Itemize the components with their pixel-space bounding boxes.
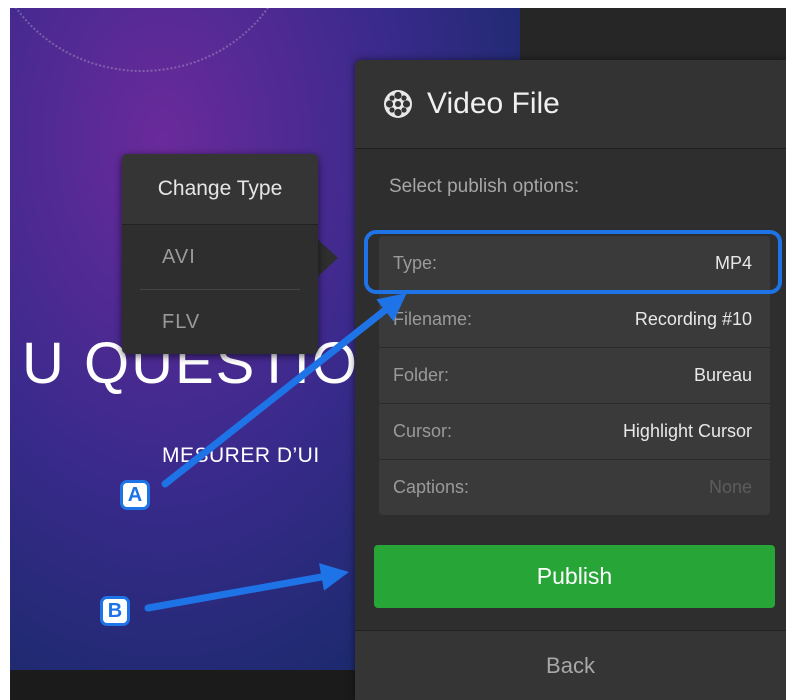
film-reel-icon <box>384 90 412 118</box>
change-type-popup: Change Type AVI FLV <box>122 154 318 354</box>
option-cursor[interactable]: Cursor: Highlight Cursor <box>379 404 770 460</box>
type-row-highlight <box>364 230 782 294</box>
option-value: Highlight Cursor <box>622 421 752 441</box>
publish-options-subtitle: Select publish options: <box>389 176 580 197</box>
annotation-marker-b: B <box>100 596 130 626</box>
option-label: Captions: <box>393 477 470 497</box>
publish-button[interactable]: Publish <box>374 545 775 608</box>
option-label: Cursor: <box>393 421 453 441</box>
option-folder[interactable]: Folder: Bureau <box>379 348 770 404</box>
option-filename[interactable]: Filename: Recording #10 <box>379 292 770 348</box>
option-label: Folder: <box>393 365 450 385</box>
popup-title: Change Type <box>122 154 318 225</box>
option-value: None <box>708 477 752 497</box>
option-label: Filename: <box>393 309 473 329</box>
decorative-arc <box>10 8 294 72</box>
type-option-flv[interactable]: FLV <box>122 290 318 354</box>
annotation-marker-a: A <box>120 480 150 510</box>
panel-header: Video File <box>355 60 786 149</box>
slide-subtitle: MESURER D’UI <box>162 444 320 467</box>
back-button[interactable]: Back <box>355 630 786 700</box>
option-captions[interactable]: Captions: None <box>379 460 770 515</box>
panel-title: Video File <box>427 87 560 120</box>
video-file-panel: Video File Select publish options: Type:… <box>355 60 786 700</box>
option-value: Bureau <box>693 365 752 385</box>
type-option-avi[interactable]: AVI <box>122 225 318 289</box>
option-value: Recording #10 <box>634 309 752 329</box>
